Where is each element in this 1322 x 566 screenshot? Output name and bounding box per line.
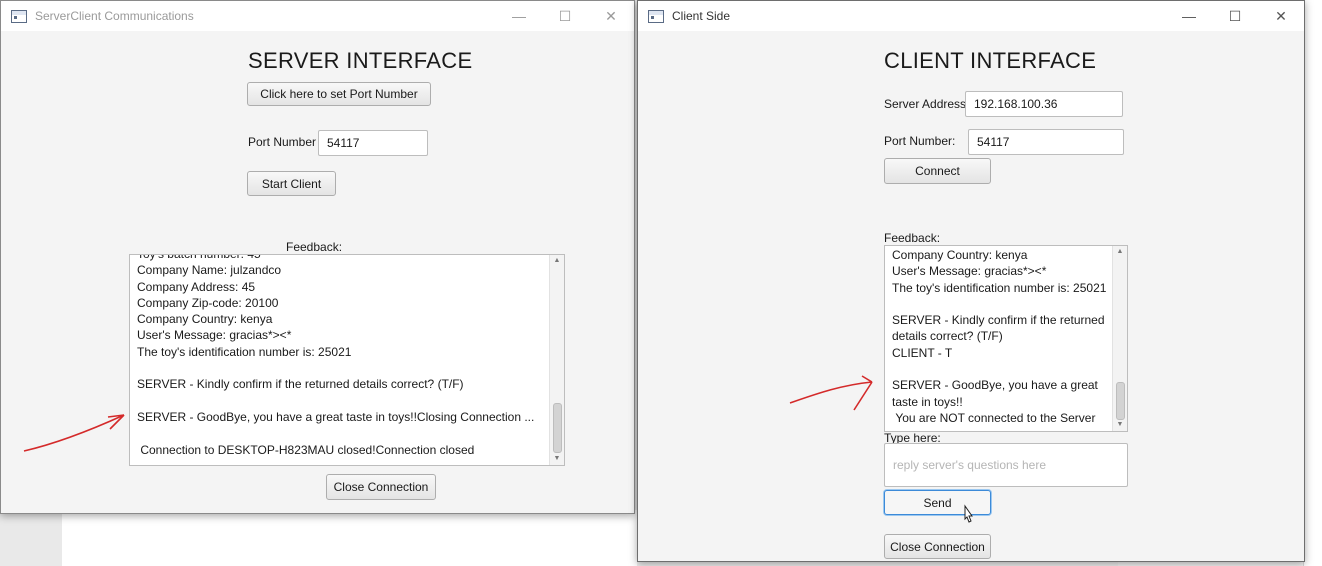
scroll-thumb[interactable] — [1116, 382, 1125, 420]
client-window-title: Client Side — [672, 9, 731, 23]
server-address-input[interactable] — [965, 91, 1123, 117]
client-close-connection-button[interactable]: Close Connection — [884, 534, 991, 559]
desktop-background-bottom — [62, 510, 637, 566]
desktop-background-edge — [1303, 0, 1322, 566]
server-heading: SERVER INTERFACE — [248, 48, 473, 73]
maximize-icon[interactable]: ☐ — [1212, 1, 1258, 31]
server-window-title: ServerClient Communications — [35, 9, 194, 23]
set-port-button[interactable]: Click here to set Port Number — [247, 82, 431, 106]
maximize-icon[interactable]: ☐ — [542, 1, 588, 31]
server-close-connection-button[interactable]: Close Connection — [326, 474, 436, 500]
server-feedback-label: Feedback: — [286, 240, 343, 254]
minimize-icon[interactable]: — — [496, 1, 542, 31]
start-client-button[interactable]: Start Client — [247, 171, 336, 196]
scroll-down-icon[interactable]: ▼ — [1113, 419, 1127, 431]
server-feedback-area[interactable]: Toy's batch number: 45 Company Name: jul… — [129, 254, 565, 466]
close-icon[interactable]: ✕ — [588, 1, 634, 31]
scroll-thumb[interactable] — [553, 403, 562, 453]
client-feedback-area[interactable]: Company Country: kenya User's Message: g… — [884, 245, 1128, 432]
app-window-icon — [648, 9, 664, 23]
client-heading: CLIENT INTERFACE — [884, 48, 1097, 73]
server-address-label: Server Address: — [884, 97, 970, 111]
reply-input[interactable] — [884, 443, 1128, 487]
client-feedback-label: Feedback: — [884, 231, 941, 245]
client-titlebar[interactable]: Client Side — ☐ ✕ — [638, 1, 1304, 31]
mouse-cursor-icon — [964, 504, 973, 523]
server-port-input[interactable] — [318, 130, 428, 156]
server-titlebar[interactable]: ServerClient Communications — ☐ ✕ — [1, 1, 634, 31]
client-port-input[interactable] — [968, 129, 1124, 155]
scroll-up-icon[interactable]: ▲ — [550, 255, 564, 267]
server-feedback-text: Toy's batch number: 45 Company Name: jul… — [137, 254, 535, 457]
server-window: ServerClient Communications — ☐ ✕ SERVER… — [0, 0, 635, 514]
connect-button[interactable]: Connect — [884, 158, 991, 184]
scroll-up-icon[interactable]: ▲ — [1113, 246, 1127, 258]
client-feedback-text: Company Country: kenya User's Message: g… — [892, 248, 1107, 425]
server-feedback-scrollbar[interactable]: ▲ ▼ — [549, 255, 564, 465]
close-icon[interactable]: ✕ — [1258, 1, 1304, 31]
client-feedback-scrollbar[interactable]: ▲ ▼ — [1112, 246, 1127, 431]
minimize-icon[interactable]: — — [1166, 1, 1212, 31]
server-port-label: Port Number — [248, 135, 317, 149]
client-port-label: Port Number: — [884, 134, 956, 148]
app-window-icon — [11, 9, 27, 23]
client-window: Client Side — ☐ ✕ CLIENT INTERFACE Serve… — [637, 0, 1305, 562]
scroll-down-icon[interactable]: ▼ — [550, 453, 564, 465]
